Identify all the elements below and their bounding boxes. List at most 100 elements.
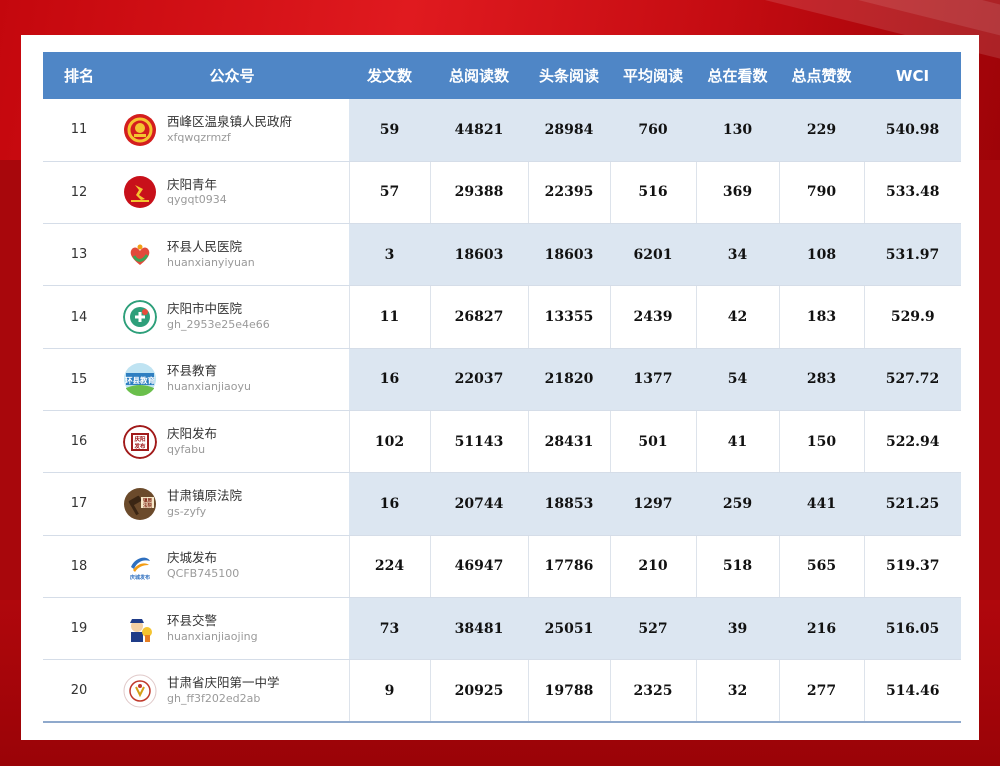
avg-reads-cell: 210	[609, 535, 696, 598]
rank-cell: 11	[43, 99, 115, 162]
table-row[interactable]: 13 环县人民医院 huanxianyiyuan 3 18603 18603 6201 34 1…	[43, 223, 961, 287]
posts-cell: 16	[349, 348, 430, 411]
ranking-card: 排名 公众号 发文数 总阅读数 头条阅读 平均阅读 总在看数 总点赞数 WCI …	[21, 35, 979, 740]
account-text: 环县人民医院 huanxianyiyuan	[167, 239, 255, 271]
wci-cell: 522.94	[863, 410, 961, 474]
posts-cell: 11	[348, 285, 430, 349]
account-text: 西峰区温泉镇人民政府 xfqwqzrmzf	[167, 114, 292, 146]
account-id: huanxianjiaojing	[167, 629, 258, 643]
national-emblem-icon	[123, 113, 157, 147]
total-reads-cell: 29388	[429, 161, 528, 225]
likes-cell: 216	[779, 597, 864, 661]
rank-cell: 15	[43, 348, 115, 411]
watching-cell: 41	[695, 410, 779, 474]
avg-reads-cell: 516	[609, 161, 696, 225]
headline-reads-cell: 28984	[528, 99, 610, 162]
account-text: 庆城发布 QCFB745100	[167, 550, 239, 582]
account-id: gs-zyfy	[167, 504, 207, 518]
posts-cell: 57	[348, 161, 430, 225]
headline-reads-cell: 18603	[528, 223, 610, 287]
table-row[interactable]: 12 庆阳青年 qygqt0934 57 29388 22395 516 369 790 533.…	[43, 161, 961, 225]
wci-cell: 533.48	[863, 161, 961, 225]
svg-text:环县教育: 环县教育	[125, 375, 155, 385]
account-cell[interactable]: 庆阳市中医院 gh_2953e25e4e66	[115, 285, 349, 349]
watching-cell: 39	[696, 597, 779, 661]
account-id: gh_2953e25e4e66	[167, 318, 270, 332]
account-text: 环县交警 huanxianjiaojing	[167, 613, 258, 645]
rank-cell: 12	[43, 161, 115, 225]
account-info: 环县人民医院 huanxianyiyuan	[115, 238, 349, 272]
seal-icon: 庆阳 发布	[123, 424, 157, 459]
svg-text:庆城发布: 庆城发布	[129, 574, 150, 581]
posts-cell: 224	[348, 535, 430, 598]
table-row[interactable]: 16 庆阳 发布 庆阳发布 qyfabu 102 51143 28431 501 41 150 522…	[43, 410, 961, 474]
hospital-heart-icon	[123, 238, 157, 272]
account-text: 庆阳市中医院 gh_2953e25e4e66	[167, 301, 270, 333]
account-name: 庆阳发布	[167, 425, 218, 441]
headline-reads-cell: 18853	[528, 472, 610, 536]
likes-cell: 229	[779, 99, 864, 162]
watching-cell: 34	[696, 223, 779, 287]
account-name: 甘肃省庆阳第一中学	[167, 674, 280, 690]
table-row[interactable]: 11 西峰区温泉镇人民政府 xfqwqzrmzf 59 44821 28984 760 130…	[43, 99, 961, 162]
account-cell[interactable]: 环县人民医院 huanxianyiyuan	[115, 223, 349, 287]
likes-cell: 108	[779, 223, 864, 287]
header-account: 公众号	[115, 52, 349, 99]
account-id: huanxianjiaoyu	[167, 380, 251, 394]
rank-cell: 20	[43, 659, 115, 723]
account-cell[interactable]: 西峰区温泉镇人民政府 xfqwqzrmzf	[115, 99, 349, 162]
header-rank: 排名	[43, 52, 115, 99]
account-id: huanxianyiyuan	[167, 255, 255, 269]
watching-cell: 259	[696, 472, 779, 536]
school-icon	[123, 674, 157, 708]
table-row[interactable]: 17 镇原 法院 甘肃镇原法院 gs-zyfy 16 20744 18853 1297 259 44…	[43, 472, 961, 536]
table-row[interactable]: 18 庆城发布 庆城发布 QCFB745100 224 46947 17786 210 518 5…	[43, 535, 961, 598]
education-icon: 环县教育	[123, 362, 157, 397]
account-cell[interactable]: 镇原 法院 甘肃镇原法院 gs-zyfy	[115, 472, 349, 536]
posts-cell: 16	[349, 472, 430, 536]
account-info: 庆阳青年 qygqt0934	[115, 175, 349, 209]
posts-cell: 59	[349, 99, 430, 162]
account-text: 环县教育 huanxianjiaoyu	[167, 363, 251, 395]
rank-cell: 16	[43, 410, 115, 474]
wci-cell: 516.05	[864, 597, 961, 661]
header-avg-reads: 平均阅读	[610, 52, 696, 99]
account-name: 西峰区温泉镇人民政府	[167, 114, 293, 130]
headline-reads-cell: 13355	[527, 285, 610, 349]
watching-cell: 42	[695, 285, 779, 349]
account-cell[interactable]: 环县教育 环县教育 huanxianjiaoyu	[115, 348, 349, 411]
account-cell[interactable]: 庆阳 发布 庆阳发布 qyfabu	[115, 410, 349, 474]
total-reads-cell: 38481	[430, 597, 528, 661]
account-name: 环县交警	[167, 612, 218, 628]
rank-cell: 14	[43, 285, 115, 349]
gavel-icon: 镇原 法院	[123, 487, 157, 521]
account-info: 庆阳 发布 庆阳发布 qyfabu	[115, 424, 349, 459]
account-cell[interactable]: 甘肃省庆阳第一中学 gh_ff3f202ed2ab	[115, 659, 349, 723]
account-cell[interactable]: 环县交警 huanxianjiaojing	[115, 597, 349, 661]
header-posts: 发文数	[349, 52, 430, 99]
header-wci: WCI	[864, 52, 961, 99]
table-row[interactable]: 15 环县教育 环县教育 huanxianjiaoyu 16 22037 21820 1377…	[43, 348, 961, 411]
account-cell[interactable]: 庆阳青年 qygqt0934	[115, 161, 349, 225]
wci-cell: 540.98	[864, 99, 961, 162]
posts-cell: 3	[349, 223, 430, 287]
posts-cell: 9	[348, 659, 430, 723]
account-info: 环县教育 环县教育 huanxianjiaoyu	[115, 362, 349, 397]
police-icon	[123, 612, 157, 646]
avg-reads-cell: 6201	[610, 223, 696, 287]
total-reads-cell: 22037	[430, 348, 528, 411]
account-name: 环县人民医院	[167, 238, 243, 254]
table-row[interactable]: 19 环县交警 huanxianjiaojing 73 38481 25051 527 39 2…	[43, 597, 961, 661]
table-row[interactable]: 14 庆阳市中医院 gh_2953e25e4e66 11 26827 13355 2439 4…	[43, 285, 961, 349]
table-row[interactable]: 20 甘肃省庆阳第一中学 gh_ff3f202ed2ab 9 20925 19788 232…	[43, 659, 961, 723]
likes-cell: 565	[778, 535, 864, 598]
wci-cell: 529.9	[863, 285, 961, 349]
headline-reads-cell: 19788	[527, 659, 610, 723]
avg-reads-cell: 2325	[609, 659, 696, 723]
total-reads-cell: 46947	[429, 535, 528, 598]
account-cell[interactable]: 庆城发布 庆城发布 QCFB745100	[115, 535, 349, 598]
avg-reads-cell: 1297	[610, 472, 696, 536]
header-total-reads: 总阅读数	[430, 52, 528, 99]
avg-reads-cell: 2439	[609, 285, 696, 349]
avg-reads-cell: 501	[609, 410, 696, 474]
